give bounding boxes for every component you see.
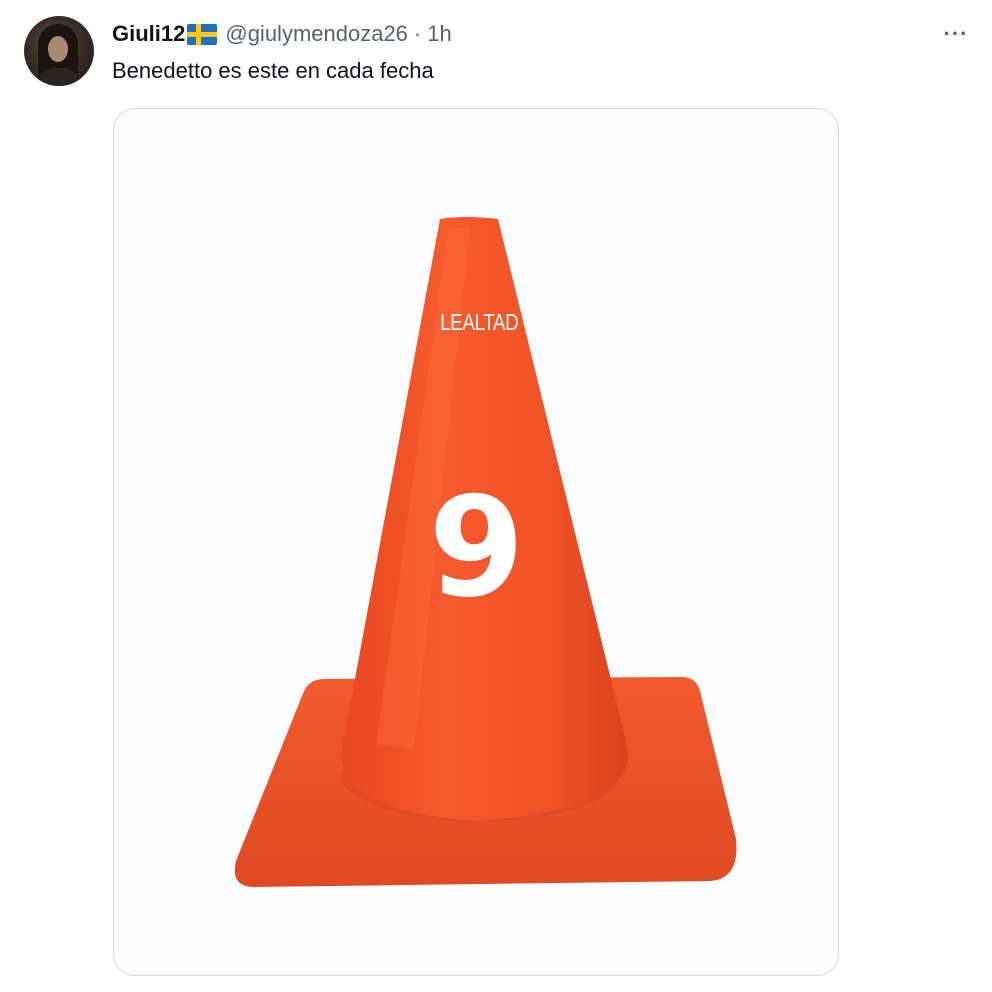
timestamp[interactable]: 1h: [427, 21, 451, 47]
cone-label: LEALTAD: [440, 309, 519, 335]
display-name[interactable]: Giuli12: [112, 21, 185, 47]
separator-dot: ·: [413, 21, 422, 46]
tweet-header: Giuli12 @giulymendoza26 · 1h: [112, 18, 452, 50]
tweet: Giuli12 @giulymendoza26 · 1h ··· Benedet…: [0, 0, 992, 992]
more-options-icon[interactable]: ···: [938, 18, 974, 50]
sweden-flag-icon: [187, 23, 218, 45]
user-handle[interactable]: @giulymendoza26: [225, 21, 408, 47]
tweet-text: Benedetto es este en cada fecha: [112, 58, 434, 83]
avatar-face: [48, 36, 68, 62]
cone-number: 9: [428, 467, 525, 628]
avatar[interactable]: [24, 16, 94, 86]
tweet-media-image[interactable]: LEALTAD 9: [113, 108, 839, 976]
